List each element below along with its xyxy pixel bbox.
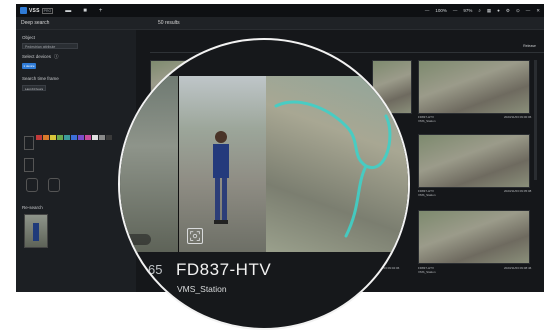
results-scrollbar[interactable] <box>534 60 537 180</box>
object-select[interactable]: Pedestrian attribute <box>22 43 78 49</box>
minimize-icon[interactable]: — <box>526 8 531 13</box>
close-icon[interactable]: ✕ <box>536 8 540 14</box>
person-figure-zoom <box>213 131 229 224</box>
swatch-red[interactable] <box>36 135 42 140</box>
status-item-3: 97% <box>463 8 473 13</box>
thumb-time-1: 2023/11/03 09:05:08 <box>504 189 532 193</box>
results-count: 50 results <box>158 20 180 26</box>
logo-badge: PRO <box>41 7 54 14</box>
timeframe-label: Search time frame <box>22 76 59 81</box>
swatch-yellow[interactable] <box>50 135 56 140</box>
swatch-blue[interactable] <box>71 135 77 140</box>
thumb-site-0: VMS_Station <box>418 119 436 123</box>
upper-body-icon[interactable] <box>24 136 34 150</box>
swatch-black[interactable] <box>106 135 112 140</box>
swatch-green[interactable] <box>57 135 63 140</box>
video-icon[interactable]: ■ <box>83 8 87 14</box>
app-logo[interactable]: VSS PRO <box>20 7 54 14</box>
research-label: Re-search <box>22 205 43 210</box>
zoom-photo-left <box>120 76 178 252</box>
layout-icon[interactable]: ▦ <box>487 8 491 14</box>
gear-icon[interactable]: ⚙ <box>506 8 510 14</box>
status-item-0: — <box>424 8 430 13</box>
logo-text: VSS <box>29 7 40 14</box>
swatch-gray[interactable] <box>99 135 105 140</box>
expand-icon[interactable] <box>187 228 203 244</box>
notification-icon[interactable]: ● <box>497 8 500 13</box>
bag-icon[interactable] <box>26 178 38 192</box>
select-devices-button[interactable]: 1 device <box>22 63 36 69</box>
result-thumb-1[interactable] <box>418 134 530 188</box>
thumb-time-0: 2023/11/03 09:00:06 <box>504 115 532 119</box>
thumb-time-2: 2023/11/03 09:08:46 <box>504 266 532 270</box>
page-title: Deep search <box>21 20 50 26</box>
zoom-site-name: VMS_Station <box>177 284 227 294</box>
search-sidebar: Object Pedestrian attribute Select devic… <box>16 30 136 292</box>
swatch-white[interactable] <box>92 135 98 140</box>
result-thumb-2[interactable] <box>418 210 530 264</box>
zoom-device-id: FD837-HTV <box>176 260 272 279</box>
research-thumbnail[interactable] <box>24 214 48 248</box>
sub-header: Deep search 50 results <box>16 17 544 30</box>
add-tab-icon[interactable]: + <box>99 8 103 14</box>
devices-label: Select devices <box>22 54 52 59</box>
status-item-2: — <box>452 8 458 13</box>
top-bar: VSS PRO ▬ ■ + — 100% — 97% ⌕ ▦ ● ⚙ ⊙ — ✕ <box>16 4 544 17</box>
release-button[interactable]: Release <box>523 44 536 48</box>
user-icon[interactable]: ⊙ <box>516 8 520 14</box>
timeframe-button[interactable]: Last 24 hours <box>22 85 46 91</box>
logo-icon <box>20 7 27 14</box>
hat-icon[interactable] <box>48 178 60 192</box>
search-icon[interactable]: ⌕ <box>478 8 481 13</box>
zoom-index-fragment: 65 <box>148 262 163 277</box>
result-thumb-0[interactable] <box>418 60 530 114</box>
object-label: Object <box>22 35 36 40</box>
lower-body-icon[interactable] <box>24 158 34 172</box>
thumb-site-1: VMS_Station <box>418 193 436 197</box>
thumb-site-2: VMS_Station <box>418 270 436 274</box>
trajectory-path <box>274 100 392 238</box>
top-right-controls: — 100% — 97% ⌕ ▦ ● ⚙ ⊙ — ✕ <box>425 4 540 17</box>
swatch-orange[interactable] <box>43 135 49 140</box>
swatch-purple[interactable] <box>78 135 84 140</box>
expand-glyph-icon <box>190 231 200 241</box>
person-figure <box>33 223 39 241</box>
zoom-magnifier: 65 FD837-HTV VMS_Station <box>118 38 410 330</box>
swatch-teal[interactable] <box>64 135 70 140</box>
menu-icon[interactable]: ▬ <box>65 8 71 14</box>
thumbnail-tag <box>125 234 151 245</box>
color-swatches <box>36 135 112 140</box>
info-icon[interactable]: ⓘ <box>54 54 59 60</box>
swatch-pink[interactable] <box>85 135 91 140</box>
status-item-1: 100% <box>435 8 447 13</box>
